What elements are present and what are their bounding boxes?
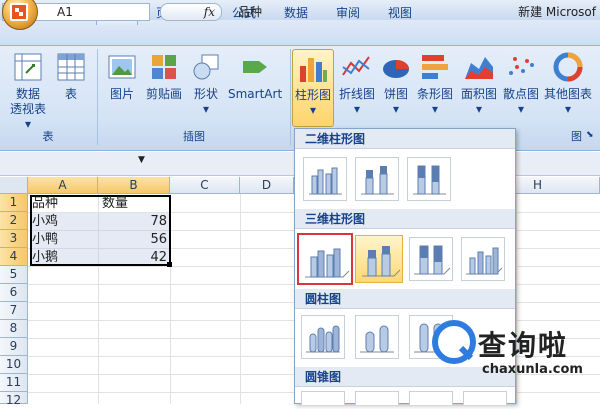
cell-a2[interactable]: 小鸡	[29, 213, 98, 231]
100-percent-stacked-cone-option[interactable]	[409, 391, 453, 405]
watermark-brand: 查询啦	[478, 329, 569, 362]
dialog-launcher-icon[interactable]: ⬊	[586, 130, 594, 140]
bar-chart-button[interactable]: 条形图 ▾	[414, 51, 456, 127]
select-all-corner[interactable]	[0, 177, 28, 194]
group-label-charts: 图	[571, 130, 582, 143]
grid-line	[240, 194, 241, 404]
clip-art-button[interactable]: 剪贴画	[144, 51, 184, 127]
clip-art-icon	[148, 51, 180, 83]
row-header[interactable]: 6	[0, 284, 28, 302]
ribbon-separator	[290, 49, 291, 145]
stacked-cone-option[interactable]	[355, 391, 399, 405]
row-header[interactable]: 1	[0, 194, 28, 212]
name-box-value: A1	[57, 5, 73, 19]
table-button[interactable]: 表	[54, 51, 88, 127]
section-header-cylinder: 圆柱图	[295, 289, 515, 309]
pivot-table-icon	[12, 51, 44, 83]
line-chart-button[interactable]: 折线图 ▾	[336, 51, 378, 127]
column-header-h[interactable]: H	[516, 177, 600, 194]
shapes-button[interactable]: 形状 ▾	[186, 51, 226, 127]
column-header-d[interactable]: D	[240, 177, 294, 194]
pie-chart-button[interactable]: 饼图 ▾	[380, 51, 412, 127]
bar-chart-icon	[419, 51, 451, 83]
cell-b3[interactable]: 56	[99, 231, 170, 249]
group-label-table: 表	[42, 130, 54, 143]
name-box-dropdown-icon[interactable]: ▼	[138, 155, 145, 165]
pie-chart-icon	[380, 51, 412, 83]
row-header[interactable]: 2	[0, 212, 28, 230]
area-chart-button[interactable]: 面积图 ▾	[458, 51, 500, 127]
window-title: 新建 Microsof	[518, 5, 596, 19]
insert-function-button[interactable]: fx	[160, 3, 222, 21]
formula-input[interactable]: 品种	[228, 3, 298, 21]
picture-button[interactable]: 图片	[102, 51, 142, 127]
3d-clustered-column-option[interactable]	[297, 233, 353, 285]
row-header[interactable]: 4	[0, 248, 28, 266]
column-header-c[interactable]: C	[170, 177, 240, 194]
line-chart-icon	[341, 51, 373, 83]
column-header-a[interactable]: A	[28, 177, 98, 194]
cell-b2[interactable]: 78	[99, 213, 170, 231]
column-chart-icon	[297, 52, 329, 84]
cell-a1[interactable]: 品种	[29, 195, 98, 213]
row-header[interactable]: 11	[0, 374, 28, 392]
clustered-cone-option[interactable]	[301, 391, 345, 405]
other-charts-icon	[552, 51, 584, 83]
row-header[interactable]: 12	[0, 392, 28, 407]
column-chart-button[interactable]: 柱形图 ▾	[292, 49, 334, 127]
clustered-cylinder-option[interactable]	[301, 315, 345, 359]
other-charts-button[interactable]: 其他图表 ▾	[542, 51, 594, 127]
section-header-3d-column: 三维柱形图	[295, 209, 515, 229]
3d-column-option[interactable]	[461, 237, 505, 281]
stacked-cylinder-option[interactable]	[355, 315, 399, 359]
3d-stacked-column-option[interactable]	[355, 235, 403, 283]
3d-100-percent-stacked-column-option[interactable]	[409, 237, 453, 281]
watermark-site: chaxunla.com	[482, 362, 583, 377]
cell-b1[interactable]: 数量	[99, 195, 170, 213]
clustered-column-option[interactable]	[303, 157, 347, 201]
area-chart-icon	[463, 51, 495, 83]
cell-a4[interactable]: 小鹅	[29, 249, 98, 267]
3d-cone-option[interactable]	[463, 391, 507, 405]
scatter-chart-icon	[505, 51, 537, 83]
pivot-table-button[interactable]: 数据 透视表 ▾	[6, 51, 50, 131]
office-logo-icon	[10, 3, 28, 21]
group-label-illustrations: 插图	[183, 130, 205, 143]
smartart-button[interactable]: SmartArt	[228, 51, 282, 127]
tab-review[interactable]: 审阅	[328, 4, 368, 25]
row-header[interactable]: 5	[0, 266, 28, 284]
cell-b4[interactable]: 42	[99, 249, 170, 267]
row-header[interactable]: 3	[0, 230, 28, 248]
column-header-b[interactable]: B	[98, 177, 170, 194]
picture-icon	[106, 51, 138, 83]
shapes-icon	[190, 51, 222, 83]
table-icon	[55, 51, 87, 83]
100-percent-stacked-column-option[interactable]	[407, 157, 451, 201]
row-header[interactable]: 10	[0, 356, 28, 374]
scatter-chart-button[interactable]: 散点图 ▾	[500, 51, 542, 127]
smartart-icon	[239, 51, 271, 83]
row-header[interactable]: 9	[0, 338, 28, 356]
row-header[interactable]: 8	[0, 320, 28, 338]
row-header[interactable]: 7	[0, 302, 28, 320]
tab-view[interactable]: 视图	[380, 4, 420, 25]
stacked-column-option[interactable]	[355, 157, 399, 201]
section-header-2d-column: 二维柱形图	[295, 129, 515, 149]
cell-a3[interactable]: 小鸭	[29, 231, 98, 249]
